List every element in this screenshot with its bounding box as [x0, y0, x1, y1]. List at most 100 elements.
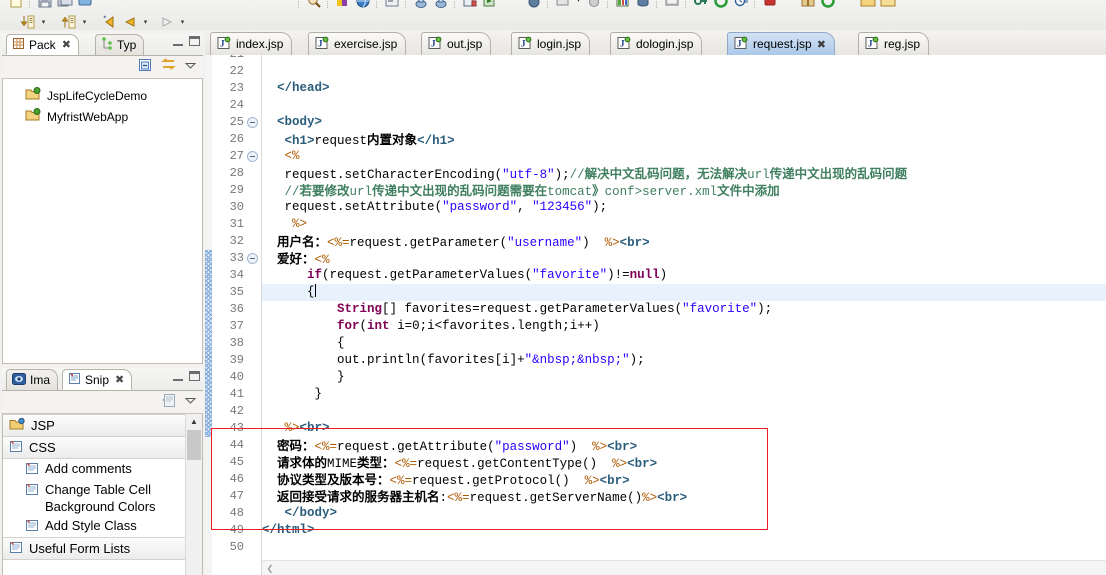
package-explorer-tree[interactable]: JspLifeCycleDemo MyfristWebApp	[2, 79, 203, 364]
minimize-icon[interactable]	[173, 36, 183, 46]
scroll-up-arrow-icon[interactable]: ▲	[186, 414, 202, 429]
back-icon[interactable]	[122, 14, 138, 30]
snippet-item-add-comments[interactable]: Add comments	[3, 459, 186, 480]
globe-green-2-icon[interactable]	[820, 0, 836, 9]
new-java-class-icon[interactable]	[462, 0, 478, 9]
maximize-icon[interactable]	[189, 371, 200, 381]
new-java-project-icon[interactable]	[482, 0, 498, 9]
dropdown-arrow-icon[interactable]: ▾	[141, 15, 150, 29]
forward-icon[interactable]	[159, 14, 175, 30]
collapse-all-icon[interactable]	[138, 58, 153, 76]
search-icon[interactable]	[306, 0, 322, 9]
line-number: 36	[229, 302, 244, 316]
print-icon[interactable]	[77, 0, 93, 9]
snippets-scrollbar[interactable]: ▲	[185, 414, 202, 575]
circle-gray-icon[interactable]	[586, 0, 602, 9]
editor-tab-exercise-jsp[interactable]: J exercise.jsp	[308, 32, 407, 55]
previous-annotation-icon[interactable]	[61, 14, 77, 30]
code-line: out.println(favorites[i]+"&nbsp;&nbsp;")…	[337, 353, 645, 367]
code-line: 返回接受请求的服务器主机名:<%=request.getServerName()…	[277, 489, 688, 505]
snippet-item-icon	[25, 483, 39, 500]
dropdown-arrow-icon[interactable]: ▾	[39, 15, 48, 29]
snippet-drawer-icon	[9, 541, 23, 557]
book-icon[interactable]	[800, 0, 816, 9]
editor-tab-dologin-jsp[interactable]: J dologin.jsp	[610, 32, 703, 55]
view-tab-package-explorer[interactable]: Pack ✖	[6, 34, 79, 55]
fold-collapse-icon[interactable]	[247, 253, 258, 264]
editor-horizontal-scrollbar[interactable]: ❮	[262, 560, 1106, 575]
save-icon[interactable]	[37, 0, 53, 9]
dropdown-arrow-icon[interactable]: ▾	[574, 0, 583, 8]
debug-icon[interactable]	[413, 0, 429, 9]
snippet-category-css[interactable]: CSS	[3, 437, 186, 459]
link-with-editor-icon[interactable]	[160, 58, 177, 76]
view-menu-icon[interactable]	[184, 394, 197, 410]
line-number: 32	[229, 234, 244, 248]
editor-tab-reg-jsp[interactable]: J reg.jsp	[858, 32, 930, 55]
view-menu-icon[interactable]	[184, 59, 197, 75]
console-icon[interactable]	[384, 0, 400, 9]
colors-icon[interactable]	[335, 0, 351, 9]
close-icon[interactable]: ✖	[817, 38, 826, 51]
fold-collapse-icon[interactable]	[247, 151, 258, 162]
history-clock-icon[interactable]	[733, 0, 749, 9]
editor-tab-login-jsp[interactable]: J login.jsp	[511, 32, 591, 55]
jsp-file-icon: J	[217, 36, 231, 53]
save-all-icon[interactable]	[57, 0, 73, 9]
close-icon[interactable]: ✖	[115, 373, 124, 386]
tree-item-project[interactable]: MyfristWebApp	[3, 106, 202, 127]
code-line: {	[262, 284, 316, 299]
code-editor[interactable]: 2122 23 24 25 26 27 28 29 30 31 32 33 34 35 36 37 38 39 40…	[205, 55, 1106, 575]
last-edit-location-icon[interactable]	[102, 14, 118, 30]
dropdown-arrow-icon[interactable]: ▾	[178, 15, 187, 29]
maximize-icon[interactable]	[189, 36, 200, 46]
code-line: request.setAttribute("password", "123456…	[284, 200, 608, 214]
table-icon[interactable]	[615, 0, 631, 9]
document-icon[interactable]	[555, 0, 571, 9]
editor-tab-request-jsp[interactable]: J request.jsp ✖	[727, 32, 835, 55]
close-icon[interactable]: ✖	[62, 38, 71, 51]
jsp-file-icon: J	[865, 36, 879, 53]
view-tab-image-preview[interactable]: Ima	[6, 369, 59, 390]
new-file-icon[interactable]	[8, 0, 24, 9]
folder-open-icon[interactable]	[860, 0, 876, 9]
run-icon[interactable]	[433, 0, 449, 9]
scroll-left-arrow-icon[interactable]: ❮	[264, 562, 276, 574]
jsp-file-icon: J	[428, 36, 442, 53]
tree-item-project[interactable]: JspLifeCycleDemo	[3, 85, 202, 106]
tree-item-label: JspLifeCycleDemo	[47, 88, 148, 103]
line-number-gutter[interactable]: 2122 23 24 25 26 27 28 29 30 31 32 33 34 35 36 37 38 39 40…	[212, 55, 262, 575]
folder-yellow-icon[interactable]	[880, 0, 896, 9]
editor-tab-index-jsp[interactable]: J index.jsp	[210, 32, 293, 55]
svg-text:J: J	[737, 38, 742, 48]
snippet-label: JSP	[31, 418, 55, 433]
snippet-category-useful-form-lists[interactable]: Useful Form Lists	[3, 537, 186, 560]
next-annotation-icon[interactable]	[20, 14, 36, 30]
editor-tab-label: index.jsp	[236, 37, 284, 51]
snippet-category-jsp[interactable]: JSP	[3, 414, 186, 437]
bug-red-icon[interactable]	[762, 0, 778, 9]
view-tab-label: Pack	[29, 37, 56, 52]
code-line: 爱好：<%	[277, 251, 330, 267]
key-icon[interactable]	[693, 0, 709, 9]
fold-collapse-icon[interactable]	[247, 117, 258, 128]
sphere-icon[interactable]	[526, 0, 542, 9]
scrollbar-thumb[interactable]	[187, 430, 201, 460]
customize-snippets-icon[interactable]	[161, 393, 177, 411]
view-tab-type-hierarchy[interactable]: Typ	[95, 34, 145, 55]
editor-tab-out-jsp[interactable]: J out.jsp	[421, 32, 492, 55]
snippet-item-add-style-class[interactable]: Add Style Class	[3, 516, 186, 537]
view-tab-snippets[interactable]: Snip ✖	[62, 369, 133, 390]
snippet-label: Change Table Cell Background Colors	[45, 482, 156, 514]
minimize-icon[interactable]	[173, 371, 183, 381]
code-text[interactable]: </head> <body> <h1>request内置对象</h1> <% r…	[262, 55, 1106, 575]
globe-green-icon[interactable]	[713, 0, 729, 9]
line-number: 41	[229, 387, 244, 401]
database-icon[interactable]	[635, 0, 651, 9]
snippet-item-change-table-cell-background-colors[interactable]: Change Table Cell Background Colors	[3, 480, 186, 516]
external-tools-icon[interactable]	[664, 0, 680, 9]
dropdown-arrow-icon[interactable]: ▾	[80, 15, 89, 29]
line-number: 38	[229, 336, 244, 350]
web-browser-icon[interactable]	[355, 0, 371, 9]
code-line: 协议类型及版本号：<%=request.getProtocol() %><br>	[277, 472, 630, 488]
